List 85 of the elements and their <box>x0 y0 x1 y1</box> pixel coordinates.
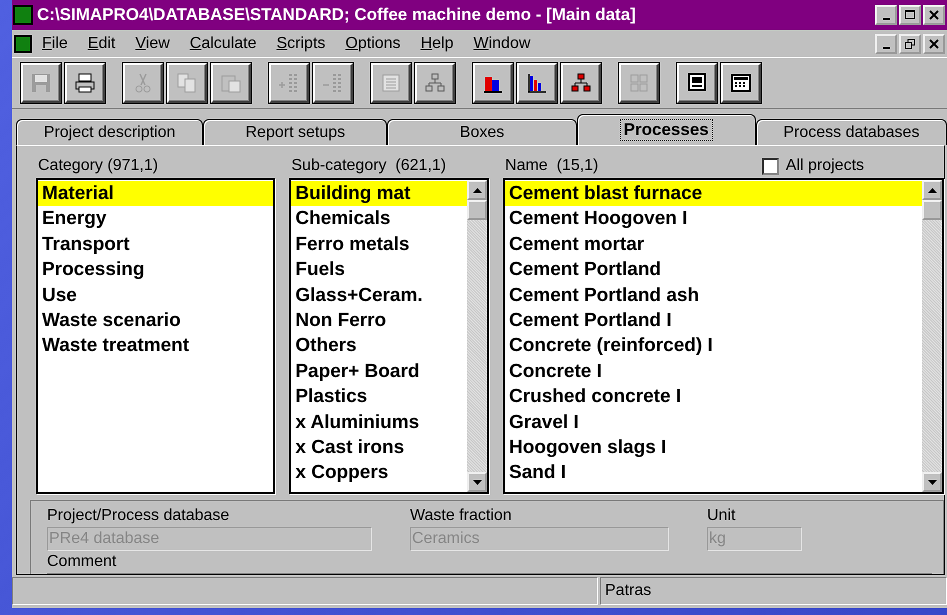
close-button[interactable] <box>923 5 945 25</box>
list-item[interactable]: Gravel I <box>505 410 922 435</box>
list-label: Category (971,1) <box>38 157 158 175</box>
list-label: Name (15,1) <box>505 157 598 175</box>
list-item[interactable]: Ferro metals <box>291 232 468 258</box>
tree-button[interactable] <box>561 63 601 103</box>
vertical-scrollbar[interactable] <box>922 180 942 492</box>
tab[interactable]: Report setups <box>203 119 388 145</box>
keyboard-icon <box>729 71 753 95</box>
list-item[interactable]: Crushed concrete I <box>505 384 922 410</box>
restore-button[interactable] <box>899 34 921 54</box>
close-icon <box>929 10 939 20</box>
list-item[interactable]: Use <box>38 282 274 308</box>
vertical-scrollbar[interactable] <box>467 180 488 492</box>
menu-item[interactable]: File <box>32 35 78 53</box>
document-logo-icon <box>14 35 32 53</box>
scroll-thumb[interactable] <box>467 200 488 220</box>
menu-item[interactable]: Window <box>463 35 540 53</box>
list-item[interactable]: x Coppers <box>291 460 468 486</box>
restore-icon <box>905 39 915 49</box>
window-title: C:\SIMAPRO4\DATABASE\STANDARD; Coffee machine demo - [Main data] <box>37 5 637 25</box>
menu-item[interactable]: Edit <box>78 35 126 53</box>
list-item[interactable]: Waste treatment <box>38 333 274 359</box>
menu-item[interactable]: View <box>125 35 180 53</box>
app-logo-icon <box>13 5 33 25</box>
tab[interactable]: Project description <box>16 119 204 145</box>
list-item[interactable]: Sand I <box>505 460 922 486</box>
down-arrow-icon <box>928 480 937 484</box>
list-item[interactable]: Cement Portland ash <box>505 282 922 308</box>
up-arrow-icon <box>928 188 937 192</box>
bar-chart-icon <box>525 71 549 95</box>
list-item[interactable]: Concrete (reinforced) I <box>505 333 922 359</box>
list-item[interactable]: Hoogoven slags I <box>505 434 922 460</box>
field-label: Unit <box>707 507 736 525</box>
up-arrow-icon <box>472 188 482 192</box>
scroll-thumb[interactable] <box>922 200 942 220</box>
bar-chart-button[interactable] <box>473 63 513 103</box>
list-item[interactable]: Paper+ Board <box>291 358 468 384</box>
list-item[interactable]: Plastics <box>291 384 468 410</box>
field-label: Waste fraction <box>410 507 513 525</box>
minimize-button[interactable] <box>875 5 897 25</box>
tab[interactable]: Boxes <box>387 119 577 145</box>
keyboard-button[interactable] <box>721 63 761 103</box>
list-item[interactable]: Fuels <box>291 257 468 283</box>
list-item[interactable]: Transport <box>38 232 274 258</box>
down-arrow-icon <box>472 480 482 484</box>
printer-icon <box>73 71 97 95</box>
list-item[interactable]: Material <box>38 181 274 206</box>
menu-item[interactable]: Options <box>335 35 411 53</box>
field-label: Comment <box>47 553 118 571</box>
list-item[interactable]: Non Ferro <box>291 308 468 334</box>
tab[interactable]: Process databases <box>756 119 947 145</box>
list-label: Sub-category (621,1) <box>291 157 446 175</box>
field-label: Project/Process database <box>47 507 230 525</box>
all-projects-checkbox[interactable]: All projects <box>762 157 864 175</box>
status-location: Patras <box>600 577 947 605</box>
print-button[interactable] <box>65 63 105 103</box>
list-item[interactable]: Building mat <box>291 181 468 206</box>
close-icon <box>929 39 939 49</box>
list-item[interactable]: Cement mortar <box>505 232 922 258</box>
list-item[interactable]: Glass+Ceram. <box>291 282 468 308</box>
monitor-button[interactable] <box>677 63 717 103</box>
column-chart-button[interactable] <box>517 63 557 103</box>
maximize-button[interactable] <box>899 5 921 25</box>
list-item[interactable]: Concrete I <box>505 358 922 384</box>
list-item[interactable]: Others <box>291 333 468 359</box>
maximize-icon <box>905 10 915 20</box>
minimize-icon <box>882 18 890 20</box>
menu-item[interactable]: Help <box>410 35 464 53</box>
list-item[interactable]: Waste scenario <box>38 308 274 334</box>
list-item[interactable]: x Cast irons <box>291 434 468 460</box>
list-item[interactable]: x Aluminiums <box>291 410 468 435</box>
minimize-icon <box>882 47 890 49</box>
list-item[interactable]: Cement Hoogoven I <box>505 206 922 232</box>
menu-item[interactable]: Calculate <box>180 35 266 53</box>
list-item[interactable]: Energy <box>38 206 274 232</box>
list-item[interactable]: Cement Portland I <box>505 308 922 334</box>
tab[interactable]: Processes <box>576 114 756 145</box>
menu-item[interactable]: Scripts <box>266 35 336 53</box>
list-item[interactable]: Cement Portland <box>505 257 922 283</box>
list-item[interactable]: Chemicals <box>291 206 468 232</box>
list-item[interactable]: Cement blast furnace <box>505 181 922 206</box>
minimize-button[interactable] <box>875 34 897 54</box>
close-button[interactable] <box>923 34 945 54</box>
list-item[interactable]: Processing <box>38 257 274 283</box>
